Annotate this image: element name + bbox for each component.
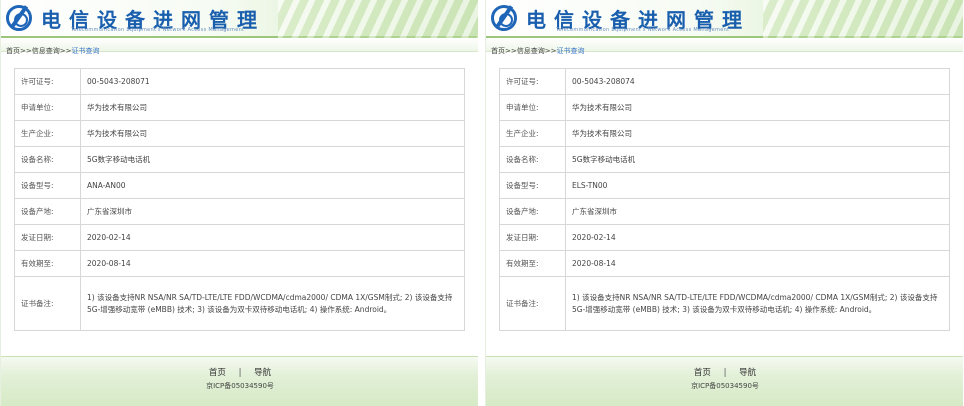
field-label: 设备型号: — [14, 172, 81, 199]
field-label: 发证日期: — [14, 224, 81, 251]
field-label: 有效期至: — [499, 250, 566, 277]
table-row: 发证日期: 2020-02-14 — [14, 224, 465, 251]
table-row: 申请单位: 华为技术有限公司 — [14, 94, 465, 121]
table-row: 证书备注: 1) 该设备支持NR NSA/NR SA/TD-LTE/LTE FD… — [14, 276, 465, 331]
table-row: 许可证号: 00-5043-208071 — [14, 68, 465, 95]
license-number-value: 00-5043-208074 — [565, 68, 950, 95]
breadcrumb-home-link[interactable]: 首页 — [491, 47, 505, 55]
page-footer: 首页 | 导航 京ICP备05034590号 — [1, 356, 478, 406]
icp-license-text: 京ICP备05034590号 — [206, 382, 274, 390]
field-label: 发证日期: — [499, 224, 566, 251]
expiry-date-value: 2020-08-14 — [565, 250, 950, 277]
breadcrumb-info-query-link[interactable]: 信息查询 — [517, 47, 545, 55]
footer-home-link[interactable]: 首页 — [694, 368, 711, 378]
site-logo-icon — [491, 5, 517, 31]
field-label: 设备名称: — [14, 146, 81, 173]
breadcrumb: 首页>>信息查询>>证书查询 — [1, 38, 478, 55]
device-name-value: 5G数字移动电话机 — [80, 146, 465, 173]
field-label: 生产企业: — [499, 120, 566, 147]
footer-nav-link[interactable]: 导航 — [254, 368, 271, 378]
field-label: 证书备注: — [499, 276, 566, 331]
table-row: 发证日期: 2020-02-14 — [499, 224, 950, 251]
origin-value: 广东省深圳市 — [565, 198, 950, 225]
table-row: 有效期至: 2020-08-14 — [499, 250, 950, 277]
site-banner: 电信设备进网管理 Telecommunication Equipment's N… — [486, 0, 963, 38]
issue-date-value: 2020-02-14 — [565, 224, 950, 251]
field-label: 申请单位: — [14, 94, 81, 121]
field-label: 许可证号: — [499, 68, 566, 95]
breadcrumb-separator: >> — [505, 47, 517, 55]
certificate-notes-value: 1) 该设备支持NR NSA/NR SA/TD-LTE/LTE FDD/WCDM… — [565, 276, 950, 331]
field-label: 设备型号: — [499, 172, 566, 199]
manufacturer-value: 华为技术有限公司 — [80, 120, 465, 147]
field-label: 设备产地: — [499, 198, 566, 225]
site-subtitle: Telecommunication Equipment's Network Ac… — [71, 27, 245, 33]
certificate-notes-value: 1) 该设备支持NR NSA/NR SA/TD-LTE/LTE FDD/WCDM… — [80, 276, 465, 331]
certificate-table: 许可证号: 00-5043-208071 申请单位: 华为技术有限公司 生产企业… — [14, 68, 465, 331]
site-subtitle: Telecommunication Equipment's Network Ac… — [556, 27, 730, 33]
certificate-panel-right: 电信设备进网管理 Telecommunication Equipment's N… — [485, 0, 963, 406]
field-label: 有效期至: — [14, 250, 81, 277]
breadcrumb: 首页>>信息查询>>证书查询 — [486, 38, 963, 55]
banner-decoration — [278, 0, 478, 38]
breadcrumb-current-link[interactable]: 证书查询 — [71, 47, 99, 55]
breadcrumb-info-query-link[interactable]: 信息查询 — [32, 47, 60, 55]
applicant-value: 华为技术有限公司 — [565, 94, 950, 121]
table-row: 设备产地: 广东省深圳市 — [499, 198, 950, 225]
manufacturer-value: 华为技术有限公司 — [565, 120, 950, 147]
field-label: 证书备注: — [14, 276, 81, 331]
table-row: 申请单位: 华为技术有限公司 — [499, 94, 950, 121]
table-row: 设备名称: 5G数字移动电话机 — [14, 146, 465, 173]
table-row: 设备名称: 5G数字移动电话机 — [499, 146, 950, 173]
device-model-value: ELS-TN00 — [565, 172, 950, 199]
issue-date-value: 2020-02-14 — [80, 224, 465, 251]
table-row: 许可证号: 00-5043-208074 — [499, 68, 950, 95]
footer-nav-link[interactable]: 导航 — [739, 368, 756, 378]
breadcrumb-separator: >> — [59, 47, 72, 55]
breadcrumb-separator: >> — [20, 47, 32, 55]
table-row: 生产企业: 华为技术有限公司 — [14, 120, 465, 147]
footer-home-link[interactable]: 首页 — [209, 368, 226, 378]
expiry-date-value: 2020-08-14 — [80, 250, 465, 277]
field-label: 申请单位: — [499, 94, 566, 121]
applicant-value: 华为技术有限公司 — [80, 94, 465, 121]
icp-license-text: 京ICP备05034590号 — [691, 382, 759, 390]
certificate-table: 许可证号: 00-5043-208074 申请单位: 华为技术有限公司 生产企业… — [499, 68, 950, 331]
page-footer: 首页 | 导航 京ICP备05034590号 — [486, 356, 963, 406]
site-logo-icon — [6, 5, 32, 31]
footer-separator: | — [238, 368, 242, 378]
breadcrumb-current-link[interactable]: 证书查询 — [556, 47, 584, 55]
field-label: 生产企业: — [14, 120, 81, 147]
field-label: 许可证号: — [14, 68, 81, 95]
device-name-value: 5G数字移动电话机 — [565, 146, 950, 173]
table-row: 生产企业: 华为技术有限公司 — [499, 120, 950, 147]
site-banner: 电信设备进网管理 Telecommunication Equipment's N… — [1, 0, 478, 38]
screenshot-pair: 电信设备进网管理 Telecommunication Equipment's N… — [0, 0, 964, 406]
table-row: 设备产地: 广东省深圳市 — [14, 198, 465, 225]
table-row: 设备型号: ELS-TN00 — [499, 172, 950, 199]
table-row: 有效期至: 2020-08-14 — [14, 250, 465, 277]
table-row: 证书备注: 1) 该设备支持NR NSA/NR SA/TD-LTE/LTE FD… — [499, 276, 950, 331]
breadcrumb-home-link[interactable]: 首页 — [6, 47, 20, 55]
origin-value: 广东省深圳市 — [80, 198, 465, 225]
field-label: 设备产地: — [14, 198, 81, 225]
device-model-value: ANA-AN00 — [80, 172, 465, 199]
banner-decoration — [763, 0, 963, 38]
certificate-panel-left: 电信设备进网管理 Telecommunication Equipment's N… — [0, 0, 478, 406]
breadcrumb-separator: >> — [544, 47, 557, 55]
footer-separator: | — [723, 368, 727, 378]
field-label: 设备名称: — [499, 146, 566, 173]
table-row: 设备型号: ANA-AN00 — [14, 172, 465, 199]
license-number-value: 00-5043-208071 — [80, 68, 465, 95]
